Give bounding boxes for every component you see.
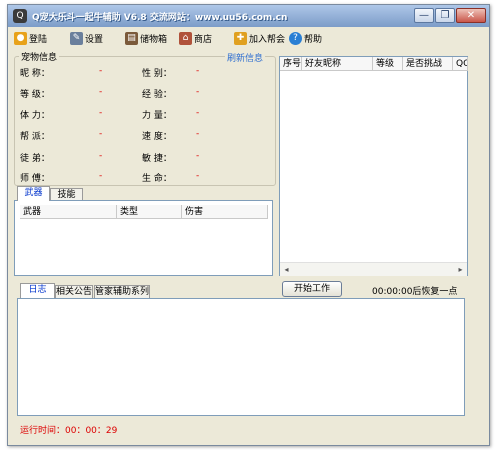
storage-box-button[interactable]: ▤ 储物箱 xyxy=(125,31,167,46)
wrench-icon: ✎ xyxy=(70,32,83,45)
log-textarea[interactable] xyxy=(17,298,465,416)
horizontal-scrollbar[interactable]: ◂ ▸ xyxy=(280,262,467,276)
toolbar: ● 登陆 ✎ 设置 ▤ 储物箱 ⌂ 商店 ✚ 加入帮会 ? 帮助 xyxy=(8,28,489,48)
refresh-info-link[interactable]: 刷新信息 xyxy=(225,51,266,64)
recover-timer: 00:00:00后恢复一点 xyxy=(372,287,458,297)
help-label: 帮助 xyxy=(304,35,323,45)
apprentice-value: - xyxy=(99,151,103,161)
column-header-damage[interactable]: 伤害 xyxy=(182,205,268,219)
agility-value: - xyxy=(196,151,200,161)
minimize-button[interactable]: — xyxy=(414,8,434,23)
close-button[interactable]: ✕ xyxy=(456,8,486,23)
join-guild-button[interactable]: ✚ 加入帮会 xyxy=(234,31,285,46)
settings-label: 设置 xyxy=(85,35,104,45)
health-label: 生 命： xyxy=(142,174,172,184)
tab-log[interactable]: 日志 xyxy=(20,283,55,298)
scroll-left-icon[interactable]: ◂ xyxy=(280,263,293,276)
column-header-weapon[interactable]: 武器 xyxy=(20,205,117,219)
window-title: Q宠大乐斗一起牛辅助 V6.8 交流网站：www.uu56.com.cn xyxy=(32,13,288,23)
join-guild-label: 加入帮会 xyxy=(249,35,286,45)
gender-label: 性 别： xyxy=(142,69,172,79)
join-guild-icon: ✚ xyxy=(234,32,247,45)
shop-label: 商店 xyxy=(194,35,213,45)
runtime-status: 运行时间：00：00：29 xyxy=(20,426,118,436)
pet-info-legend: 宠物信息 xyxy=(19,50,60,63)
level-value: - xyxy=(99,87,103,97)
pet-info-group: 宠物信息 刷新信息 昵 称： - 性 别： - 等 级： - 经 验： - 体 … xyxy=(14,50,276,186)
title-bar[interactable]: Q Q宠大乐斗一起牛辅助 V6.8 交流网站：www.uu56.com.cn —… xyxy=(8,5,489,27)
tab-weapons[interactable]: 武器 xyxy=(17,186,50,201)
weapons-list[interactable]: 武器 类型 伤害 xyxy=(14,200,273,276)
health-value: - xyxy=(196,171,200,181)
gender-value: - xyxy=(196,66,200,76)
stamina-label: 体 力： xyxy=(20,111,50,121)
speed-label: 速 度： xyxy=(142,132,172,142)
apprentice-label: 徒 弟： xyxy=(20,154,50,164)
app-logo-icon: Q xyxy=(13,9,27,23)
shop-button[interactable]: ⌂ 商店 xyxy=(179,31,212,46)
master-label: 师 傅： xyxy=(20,174,50,184)
tab-announcements[interactable]: 相关公告 xyxy=(55,285,93,298)
settings-button[interactable]: ✎ 设置 xyxy=(70,31,103,46)
column-header-qq[interactable]: QQ xyxy=(453,57,468,71)
agility-label: 敏 捷： xyxy=(142,154,172,164)
nickname-value: - xyxy=(99,66,103,76)
guild-label: 帮 派： xyxy=(20,132,50,142)
column-header-level[interactable]: 等级 xyxy=(373,57,403,71)
main-window: Q Q宠大乐斗一起牛辅助 V6.8 交流网站：www.uu56.com.cn —… xyxy=(7,4,490,446)
experience-value: - xyxy=(196,87,200,97)
experience-label: 经 验： xyxy=(142,90,172,100)
tab-helper-series[interactable]: 管家辅助系列 xyxy=(94,285,150,298)
shop-icon: ⌂ xyxy=(179,32,192,45)
strength-label: 力 量： xyxy=(142,111,172,121)
column-header-type[interactable]: 类型 xyxy=(117,205,182,219)
box-icon: ▤ xyxy=(125,32,138,45)
nickname-label: 昵 称： xyxy=(20,69,50,79)
guild-value: - xyxy=(99,129,103,139)
speed-value: - xyxy=(196,129,200,139)
login-icon: ● xyxy=(14,32,27,45)
friends-list[interactable]: 序号 好友昵称 等级 是否挑战 QQ ◂ ▸ xyxy=(279,56,468,276)
column-header-friend-nickname[interactable]: 好友昵称 xyxy=(302,57,373,71)
scroll-right-icon[interactable]: ▸ xyxy=(454,263,467,276)
strength-value: - xyxy=(196,108,200,118)
login-label: 登陆 xyxy=(29,35,48,45)
help-button[interactable]: ? 帮助 xyxy=(289,31,322,46)
storage-box-label: 储物箱 xyxy=(140,35,168,45)
master-value: - xyxy=(99,171,103,181)
level-label: 等 级： xyxy=(20,90,50,100)
help-icon: ? xyxy=(289,32,302,45)
maximize-button[interactable]: ❐ xyxy=(435,8,455,23)
login-button[interactable]: ● 登陆 xyxy=(14,31,47,46)
start-work-button[interactable]: 开始工作 xyxy=(282,281,342,297)
stamina-value: - xyxy=(99,108,103,118)
column-header-index[interactable]: 序号 xyxy=(280,57,302,71)
column-header-challenge[interactable]: 是否挑战 xyxy=(403,57,453,71)
